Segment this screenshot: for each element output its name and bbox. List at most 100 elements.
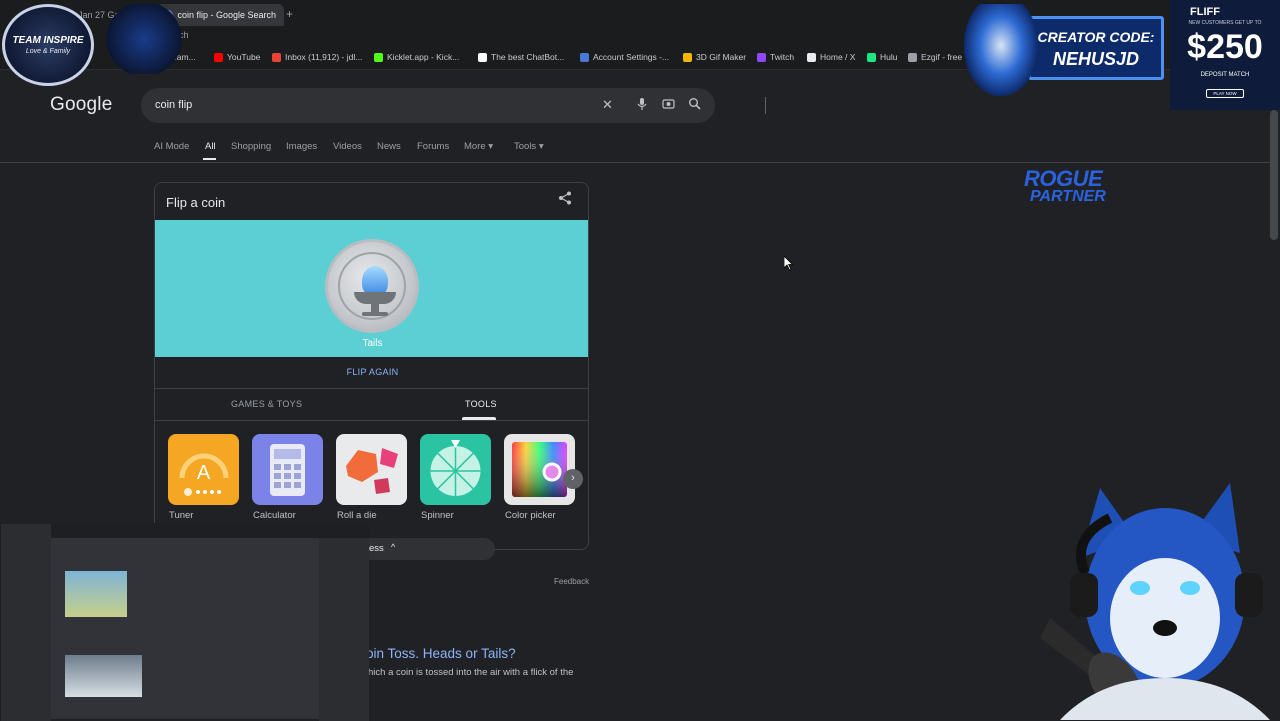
tuner-icon: A <box>168 434 239 505</box>
chatbot-icon <box>478 52 487 62</box>
kicklet-icon <box>374 52 383 62</box>
tab-videos[interactable]: Videos <box>333 141 362 152</box>
coin-result-label: Tails <box>362 338 383 349</box>
result-title-link[interactable]: oin Toss. Heads or Tails? <box>366 646 516 661</box>
team-logo-title: TEAM INSPIRE <box>12 35 84 46</box>
tool-label: Calculator <box>253 510 296 521</box>
tab-label: coin flip - Google Search <box>177 10 276 20</box>
tool-label: Tuner <box>169 510 194 521</box>
fliff-match-text: DEPOSIT MATCH <box>1200 72 1250 78</box>
color-picker-icon <box>504 434 575 505</box>
bookmark-youtube[interactable]: YouTube <box>214 52 260 62</box>
fliff-promo-text: NEW CUSTOMERS GET UP TO <box>1188 20 1262 26</box>
creator-code-value: NEHUSJD <box>1052 49 1140 69</box>
wolf-mascot-icon <box>964 4 1038 96</box>
tab-ai-mode[interactable]: AI Mode <box>154 141 189 152</box>
hulu-icon <box>867 52 876 62</box>
tab-all[interactable]: All <box>205 141 216 152</box>
tool-tuner[interactable]: A Tuner <box>168 434 240 524</box>
show-less-button[interactable]: ess ^ <box>359 538 495 560</box>
bookmark-x[interactable]: Home / X <box>807 52 855 62</box>
share-icon[interactable] <box>558 191 572 209</box>
bookmark-3d-gif[interactable]: 3D Gif Maker <box>683 52 746 62</box>
tab-more[interactable]: More ▾ <box>464 141 493 152</box>
bookmark-ezgif[interactable]: Ezgif - free <box>908 52 962 62</box>
bookmark-kicklet[interactable]: Kicklet.app - Kick... <box>374 52 459 62</box>
search-input[interactable]: coin flip <box>155 99 192 111</box>
tab-news[interactable]: News <box>377 141 401 152</box>
search-icon[interactable] <box>688 97 701 113</box>
discord-titlebar <box>1 524 369 538</box>
bookmark-inbox[interactable]: Inbox (11,912) - jdl... <box>272 52 362 62</box>
search-box[interactable]: coin flip ✕ <box>141 88 766 123</box>
bookmark-label: YouTube <box>227 52 261 62</box>
chalice-bowl <box>354 292 396 304</box>
rogue-partner-subtitle: PARTNER <box>1030 188 1106 205</box>
ezgif-icon <box>908 52 917 62</box>
discord-window-thumbnail <box>0 523 369 721</box>
bookmark-label: 3D Gif Maker <box>696 52 747 62</box>
blue-emblem-logo <box>104 4 184 74</box>
bookmark-label: Inbox (11,912) - jdl... <box>285 52 363 62</box>
mouse-cursor-icon <box>784 256 794 271</box>
card-title: Flip a coin <box>166 195 226 210</box>
bookmark-label: Home / X <box>820 52 856 62</box>
bookmark-label: Hulu <box>880 52 898 62</box>
card-divider <box>155 420 588 421</box>
tool-label: Spinner <box>421 510 454 521</box>
tool-spinner[interactable]: Spinner <box>420 434 492 524</box>
selected-tab-indicator <box>203 158 216 160</box>
twitch-icon <box>757 52 766 62</box>
bookmark-hulu[interactable]: Hulu <box>867 52 897 62</box>
feedback-link[interactable]: Feedback <box>554 577 589 586</box>
calculator-icon <box>252 434 323 505</box>
x-icon <box>807 52 816 62</box>
chevron-right-icon[interactable]: › <box>563 469 583 489</box>
bookmark-twitch[interactable]: Twitch <box>757 52 794 62</box>
microphone-icon[interactable] <box>636 97 648 114</box>
tool-roll-a-die[interactable]: Roll a die <box>336 434 408 524</box>
new-tab-button[interactable]: + <box>286 7 293 21</box>
tab-games-and-toys[interactable]: GAMES & TOYS <box>231 399 302 409</box>
flip-again-button[interactable]: FLIP AGAIN <box>155 367 588 377</box>
creator-code-label: CREATOR CODE: <box>1037 29 1155 45</box>
tab-shopping[interactable]: Shopping <box>231 141 271 152</box>
discord-member-list <box>319 538 369 721</box>
tab-images[interactable]: Images <box>286 141 317 152</box>
svg-text:A: A <box>197 462 211 484</box>
coin-flip-card: Flip a coin Tails FLIP AGAIN GAMES & TOY… <box>154 182 589 550</box>
wolf-streamer-mascot-icon <box>1040 483 1270 720</box>
creator-code-banner: CREATOR CODE: NEHUSJD <box>1028 16 1164 80</box>
bookmark-label: Account Settings -... <box>593 52 670 62</box>
tab-tools-card[interactable]: TOOLS <box>465 399 497 409</box>
discord-image-attachment <box>65 571 127 617</box>
bookmark-label: Ezgif - free <box>921 52 963 62</box>
coin-tails-icon[interactable] <box>325 239 419 333</box>
tool-label: Roll a die <box>337 510 377 521</box>
coin-display[interactable]: Tails <box>155 220 588 357</box>
search-divider <box>765 97 766 114</box>
tab-forums[interactable]: Forums <box>417 141 449 152</box>
tool-label: Color picker <box>505 510 556 521</box>
header-divider <box>0 162 1270 163</box>
card-divider <box>155 388 588 389</box>
coin-emblem <box>338 252 406 320</box>
tool-calculator[interactable]: Calculator <box>252 434 324 524</box>
close-icon[interactable]: ✕ <box>602 97 613 113</box>
bookmark-account-settings[interactable]: Account Settings -... <box>580 52 669 62</box>
camera-icon[interactable] <box>662 97 675 113</box>
google-logo[interactable]: Google <box>50 94 112 116</box>
gif-icon <box>683 52 692 62</box>
chalice-base <box>362 312 388 316</box>
dice-icon <box>336 434 407 505</box>
bookmark-chatbot[interactable]: The best ChatBot... <box>478 52 564 62</box>
fliff-amount: $250 <box>1187 28 1263 66</box>
youtube-icon <box>214 52 223 62</box>
result-snippet: hich a coin is tossed into the air with … <box>368 667 574 678</box>
gmail-icon <box>272 52 281 62</box>
fliff-play-button: PLAY NOW <box>1206 89 1244 98</box>
tab-tools[interactable]: Tools ▾ <box>514 141 544 152</box>
fliff-logo: FLIFF <box>1190 6 1220 18</box>
bookmark-label: Twitch <box>770 52 795 62</box>
page-scrollbar[interactable] <box>1270 110 1278 240</box>
